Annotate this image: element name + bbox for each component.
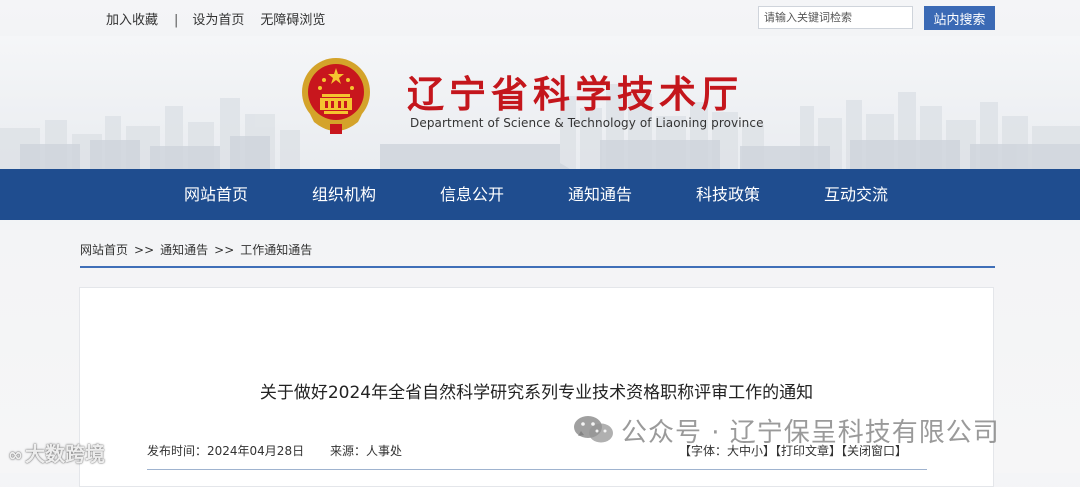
watermark-right-text: 公众号 · 辽宁保呈科技有限公司	[621, 418, 1000, 448]
loop-logo-icon: ∞	[8, 445, 23, 466]
nav-item-public-info[interactable]: 信息公开	[440, 169, 504, 220]
breadcrumb-separator: >>	[134, 243, 155, 257]
main-navigation: 网站首页 组织机构 信息公开 通知通告 科技政策 互动交流	[0, 169, 1080, 220]
top-links: 加入收藏 | 设为首页 无障碍浏览	[106, 9, 325, 28]
set-homepage-link[interactable]: 设为首页	[192, 9, 244, 28]
nav-item-policy[interactable]: 科技政策	[696, 169, 760, 220]
watermark-left-text: 大数跨境	[25, 442, 105, 466]
breadcrumb-separator: >>	[214, 243, 235, 257]
breadcrumb-work-notices[interactable]: 工作通知通告	[240, 243, 312, 257]
nav-item-interaction[interactable]: 互动交流	[824, 169, 888, 220]
top-utility-bar: 加入收藏 | 设为首页无障碍浏览 站内搜索	[0, 0, 1080, 36]
nav-item-notices[interactable]: 通知通告	[568, 169, 632, 220]
site-title: 辽宁省科学技术厅	[407, 73, 743, 116]
breadcrumb: 网站首页 >> 通知通告 >> 工作通知通告	[80, 241, 312, 258]
breadcrumb-divider	[80, 266, 995, 268]
add-favorite-link[interactable]: 加入收藏	[106, 9, 158, 28]
header-banner: 辽宁省科学技术厅 Department of Science & Technol…	[0, 36, 1080, 169]
nav-item-organization[interactable]: 组织机构	[312, 169, 376, 220]
site-search-button[interactable]: 站内搜索	[924, 6, 995, 30]
article-panel: 关于做好2024年全省自然科学研究系列专业技术资格职称评审工作的通知 发布时间：…	[79, 287, 994, 487]
site-subtitle: Department of Science & Technology of Li…	[410, 116, 764, 130]
top-links-separator: |	[174, 13, 179, 28]
breadcrumb-home[interactable]: 网站首页	[80, 243, 128, 257]
breadcrumb-notices[interactable]: 通知通告	[160, 243, 208, 257]
nav-item-home[interactable]: 网站首页	[184, 169, 248, 220]
meta-divider	[147, 469, 927, 470]
watermark-left: ∞ 大数跨境	[8, 438, 105, 467]
wechat-icon	[574, 416, 613, 443]
publish-date: 发布时间：2024年04月28日	[147, 444, 305, 458]
article-title: 关于做好2024年全省自然科学研究系列专业技术资格职称评审工作的通知	[259, 383, 814, 403]
accessibility-link[interactable]: 无障碍浏览	[260, 9, 325, 28]
national-emblem-icon	[302, 58, 370, 134]
article-source: 来源：人事处	[330, 444, 403, 458]
search-input[interactable]	[758, 6, 913, 29]
